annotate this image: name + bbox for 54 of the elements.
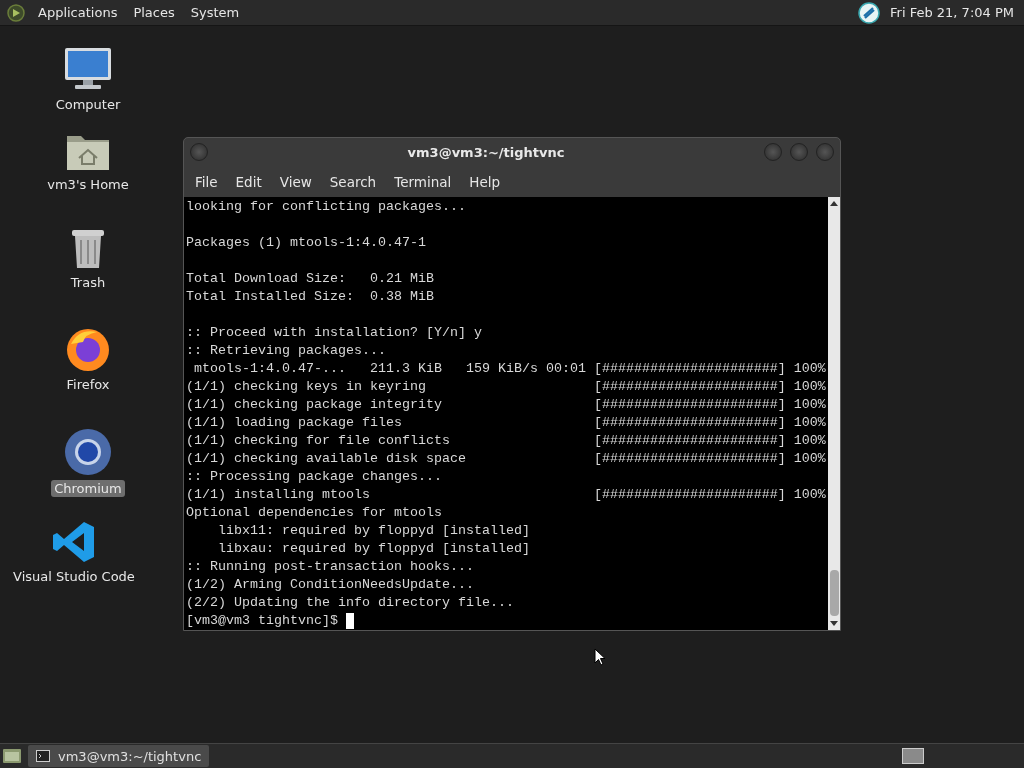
workspace-switcher[interactable]	[902, 748, 924, 764]
terminal-line: Optional dependencies for mtools	[186, 504, 443, 522]
terminal-line: :: Running post-transaction hooks...	[186, 558, 475, 576]
terminal-line: libxau: required by floppyd [installed]	[217, 540, 531, 558]
mouse-pointer-icon	[594, 648, 606, 666]
terminal-line: mtools-1:4.0.47-... 211.3 KiB 159 KiB/s 00:01 [######################] 100%	[193, 360, 827, 378]
network-status-icon[interactable]	[858, 1, 881, 24]
terminal-line: Packages (1) mtools-1:4.0.47-1	[186, 234, 427, 252]
menu-logo-icon[interactable]	[6, 2, 26, 23]
chromium-icon[interactable]	[64, 428, 112, 476]
terminal-line: :: Processing package changes...	[186, 468, 443, 486]
terminal-line: looking for conflicting packages...	[186, 198, 467, 216]
desktop-icon-label[interactable]: Trash	[67, 274, 109, 291]
scrollbar[interactable]	[828, 197, 840, 630]
code-editor-icon[interactable]	[52, 520, 96, 564]
terminal-line: (1/1) checking keys in keyring [######################] 100%	[186, 378, 827, 396]
menu-item[interactable]: View	[270, 173, 321, 190]
text-cursor	[345, 613, 354, 629]
terminal-line: (1/1) checking available disk space [######################] 100%	[186, 450, 827, 468]
desktop-icon-label[interactable]: Computer	[52, 96, 124, 113]
desktop-icon-label[interactable]: Visual Studio Code	[10, 568, 138, 585]
window-title: vm3@vm3:~/tightvnc	[406, 144, 566, 160]
computer-icon[interactable]	[63, 46, 113, 92]
menu-item[interactable]: Help	[460, 173, 510, 190]
terminal-line: Total Installed Size: 0.38 MiB	[186, 288, 435, 306]
terminal-line: :: Retrieving packages...	[186, 342, 387, 360]
terminal-line: :: Proceed with installation? [Y/n] y	[186, 324, 483, 342]
terminal-line: (1/1) checking package integrity [######################] 100%	[186, 396, 827, 414]
panel-menu[interactable]: Applications	[32, 5, 124, 20]
terminal-line: (1/2) Arming ConditionNeedsUpdate...	[186, 576, 475, 594]
scroll-down-icon[interactable]	[830, 621, 838, 627]
terminal-line: libx11: required by floppyd [installed]	[217, 522, 531, 540]
terminal-line: (1/1) installing mtools [######################] 100%	[186, 486, 827, 504]
menu-item[interactable]: Edit	[226, 173, 271, 190]
scroll-up-icon[interactable]	[830, 200, 838, 206]
desktop-icon-label[interactable]: Chromium	[51, 480, 125, 497]
panel-menu[interactable]: System	[184, 5, 246, 20]
clock[interactable]: Fri Feb 21, 7:04 PM	[890, 5, 1014, 20]
terminal-line: (2/2) Updating the info directory file...	[186, 594, 515, 612]
scrollbar-thumb[interactable]	[829, 570, 839, 616]
desktop-icon-label[interactable]: Firefox	[63, 376, 113, 393]
menu-item[interactable]: File	[186, 173, 227, 190]
terminal-icon	[36, 750, 50, 762]
shell-prompt: [vm3@vm3 tightvnc]$	[186, 612, 339, 630]
menu-item[interactable]: Search	[320, 173, 386, 190]
terminal-line: (1/1) loading package files [######################] 100%	[186, 414, 827, 432]
desktop-icon-label[interactable]: vm3's Home	[44, 176, 132, 193]
show-desktop-icon[interactable]	[2, 747, 22, 765]
terminal-line: (1/1) checking for file conflicts [######################] 100%	[186, 432, 827, 450]
taskbar-button[interactable]: vm3@vm3:~/tightvnc	[28, 745, 210, 767]
panel-menu[interactable]: Places	[127, 5, 181, 20]
terminal-line: Total Download Size: 0.21 MiB	[186, 270, 435, 288]
menu-item[interactable]: Terminal	[385, 173, 461, 190]
firefox-icon[interactable]	[65, 326, 111, 372]
